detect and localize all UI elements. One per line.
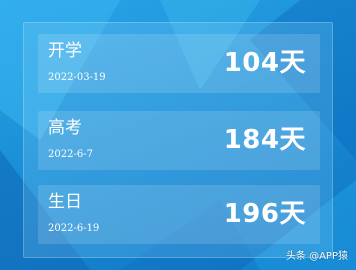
event-title: 开学 <box>48 41 82 61</box>
days-remaining: 104天 <box>223 48 306 78</box>
days-remaining: 196天 <box>223 199 306 229</box>
event-date: 2022-6-7 <box>48 149 93 160</box>
watermark: 头条 @APP猿 <box>285 251 348 262</box>
countdown-panel: 开学 2022-03-19 104天 高考 2022-6-7 184天 生日 2… <box>23 22 333 258</box>
days-remaining: 184天 <box>223 125 306 155</box>
event-title: 生日 <box>48 192 82 212</box>
event-date: 2022-03-19 <box>48 72 106 83</box>
event-date: 2022-6-19 <box>48 223 100 234</box>
countdown-card[interactable]: 高考 2022-6-7 184天 <box>38 111 320 170</box>
event-title: 高考 <box>48 118 82 138</box>
countdown-card[interactable]: 生日 2022-6-19 196天 <box>38 185 320 244</box>
countdown-card[interactable]: 开学 2022-03-19 104天 <box>38 34 320 93</box>
